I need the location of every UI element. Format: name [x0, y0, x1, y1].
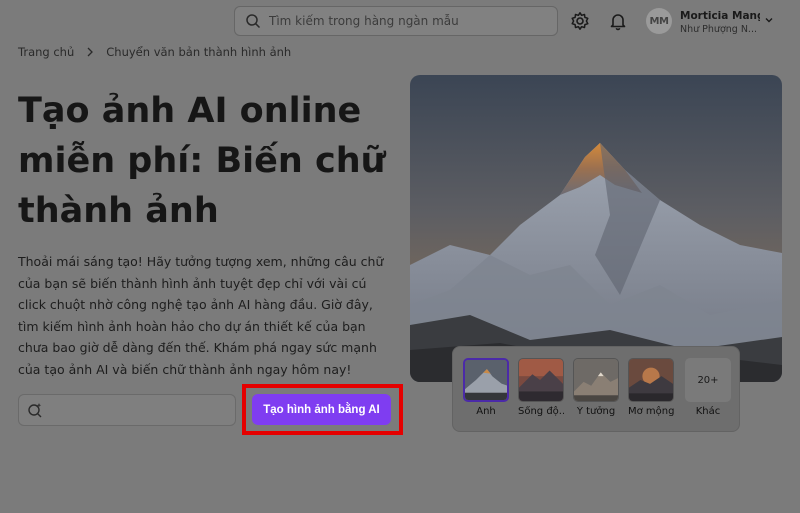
prompt-input[interactable] — [18, 394, 236, 426]
sparkle-search-icon — [28, 403, 42, 418]
style-option-photo[interactable]: Ảnh — [463, 358, 509, 417]
user-org: Như Phượng N... — [680, 24, 757, 35]
style-label: Ý tưởng — [576, 406, 616, 417]
user-name[interactable]: Morticia Mang... — [680, 10, 760, 22]
breadcrumb-current[interactable]: Chuyển văn bản thành hình ảnh — [106, 45, 291, 59]
search-bar[interactable]: Tìm kiếm trong hàng ngàn mẫu — [234, 6, 558, 36]
style-label: Khác — [695, 406, 721, 417]
more-styles-count: 20+ — [685, 358, 731, 402]
style-picker: Ảnh Sống độ... Ý tưởng Mơ mộng 20+ Khác — [452, 346, 740, 432]
page-title: Tạo ảnh AI online miễn phí: Biến chữ thà… — [18, 91, 386, 231]
style-option-dreamy[interactable]: Mơ mộng — [628, 358, 674, 417]
search-placeholder: Tìm kiếm trong hàng ngàn mẫu — [269, 14, 459, 28]
style-option-idea[interactable]: Ý tưởng — [573, 358, 619, 417]
gear-icon[interactable] — [570, 11, 590, 31]
page-description: Thoải mái sáng tạo! Hãy tưởng tượng xem,… — [18, 254, 384, 377]
style-thumbnail — [518, 358, 564, 402]
style-thumbnail — [628, 358, 674, 402]
style-label: Ảnh — [476, 406, 496, 417]
style-label: Sống độ... — [518, 406, 564, 417]
generate-ai-image-button[interactable]: Tạo hình ảnh bằng AI — [252, 394, 391, 425]
top-bar: Tìm kiếm trong hàng ngàn mẫu MM Morticia… — [0, 0, 800, 42]
breadcrumb-home[interactable]: Trang chủ — [18, 45, 74, 59]
style-option-more[interactable]: 20+ Khác — [685, 358, 731, 417]
search-icon — [246, 14, 261, 29]
chevron-down-icon[interactable] — [764, 15, 774, 25]
bell-icon[interactable] — [608, 11, 628, 31]
style-option-vivid[interactable]: Sống độ... — [518, 358, 564, 417]
style-thumbnail — [463, 358, 509, 402]
avatar[interactable]: MM — [646, 8, 672, 34]
style-thumbnail — [573, 358, 619, 402]
breadcrumb: Trang chủ Chuyển văn bản thành hình ảnh — [18, 45, 291, 59]
style-label: Mơ mộng — [628, 406, 674, 417]
hero-image — [410, 75, 782, 382]
chevron-right-icon — [87, 47, 94, 57]
